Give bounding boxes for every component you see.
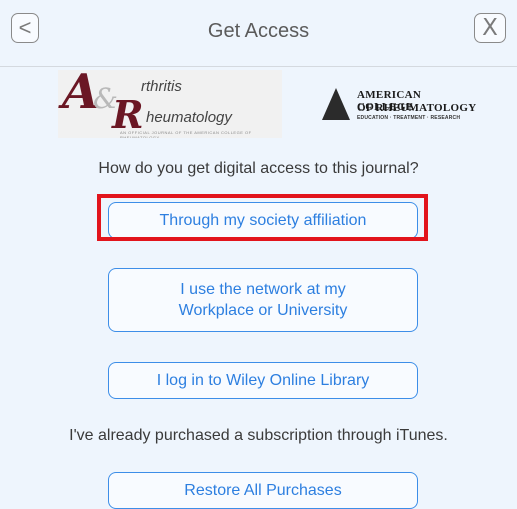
restore-button-label: Restore All Purchases xyxy=(184,482,342,499)
restore-purchases-button[interactable]: Restore All Purchases xyxy=(108,472,418,509)
close-icon: X xyxy=(482,14,498,41)
acr-line3: EDUCATION · TREATMENT · RESEARCH xyxy=(357,115,461,121)
acr-triangle-icon xyxy=(322,88,350,120)
logo-word-rthritis: rthritis xyxy=(141,78,182,95)
logo-word-heumatology: heumatology xyxy=(146,109,232,126)
workplace-network-button[interactable]: I use the network at my Workplace or Uni… xyxy=(108,268,418,332)
acr-line2: OF RHEUMATOLOGY xyxy=(357,102,477,114)
wiley-button-label: I log in to Wiley Online Library xyxy=(156,372,370,389)
close-button[interactable]: X xyxy=(474,13,506,43)
page-title: Get Access xyxy=(207,20,310,42)
itunes-purchase-text: I've already purchased a subscription th… xyxy=(69,427,448,444)
logo-tagline: AN OFFICIAL JOURNAL OF THE AMERICAN COLL… xyxy=(120,130,252,138)
access-question: How do you get digital access to this jo… xyxy=(98,160,419,177)
header-bar: < Get Access X xyxy=(0,0,517,67)
highlight-box xyxy=(97,194,428,241)
network-label-line2: Workplace or University xyxy=(178,302,348,319)
acr-logo: AMERICAN COLLEGE OF RHEUMATOLOGY EDUCATI… xyxy=(322,88,480,124)
network-label-line1: I use the network at my xyxy=(180,281,346,298)
network-button-label: I use the network at my Workplace or Uni… xyxy=(179,279,348,321)
wiley-login-button[interactable]: I log in to Wiley Online Library xyxy=(108,362,418,399)
arthritis-rheumatology-logo: A rthritis & R heumatology AN OFFICIAL J… xyxy=(58,70,282,138)
